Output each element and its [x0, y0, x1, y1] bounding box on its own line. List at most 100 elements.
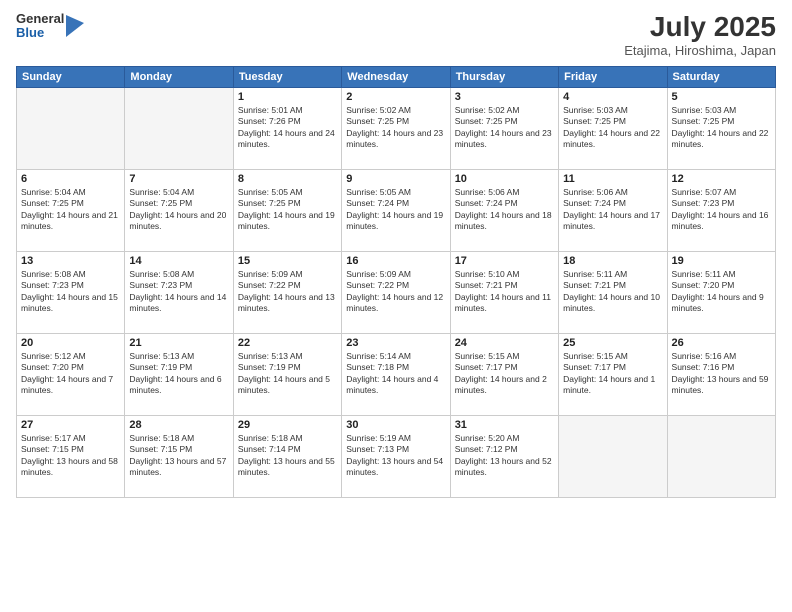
day-number: 18: [563, 255, 662, 267]
calendar-cell: 16 Sunrise: 5:09 AMSunset: 7:22 PMDayligh…: [342, 251, 450, 333]
day-number: 30: [346, 419, 445, 431]
calendar-cell: [559, 415, 667, 497]
cell-text: Sunrise: 5:09 AMSunset: 7:22 PMDaylight:…: [238, 269, 337, 315]
calendar-week-row: 6Sunrise: 5:04 AMSunset: 7:25 PMDaylight…: [17, 169, 776, 251]
day-number: 31: [455, 419, 554, 431]
weekday-header: Thursday: [450, 66, 558, 87]
day-number: 14: [129, 255, 228, 267]
cell-text: Sunrise: 5:03 AMSunset: 7:25 PMDaylight:…: [563, 105, 662, 151]
day-number: 13: [21, 255, 120, 267]
calendar-cell: 14 Sunrise: 5:08 AMSunset: 7:23 PMDayligh…: [125, 251, 233, 333]
day-number: 15: [238, 255, 337, 267]
weekday-header: Wednesday: [342, 66, 450, 87]
cell-text: Sunrise: 5:10 AMSunset: 7:21 PMDaylight:…: [455, 269, 554, 315]
cell-text: Sunrise: 5:02 AMSunset: 7:25 PMDaylight:…: [455, 105, 554, 151]
day-number: 24: [455, 337, 554, 349]
logo-blue: Blue: [16, 26, 64, 40]
calendar-cell: 2Sunrise: 5:02 AMSunset: 7:25 PMDaylight…: [342, 87, 450, 169]
calendar-cell: 19Sunrise: 5:11 AMSunset: 7:20 PMDayligh…: [667, 251, 775, 333]
calendar-cell: 23 Sunrise: 5:14 AMSunset: 7:18 PMDayligh…: [342, 333, 450, 415]
calendar-cell: 22 Sunrise: 5:13 AMSunset: 7:19 PMDayligh…: [233, 333, 341, 415]
weekday-header: Sunday: [17, 66, 125, 87]
calendar-cell: 11Sunrise: 5:06 AMSunset: 7:24 PMDayligh…: [559, 169, 667, 251]
day-number: 28: [129, 419, 228, 431]
cell-text: Sunrise: 5:09 AMSunset: 7:22 PMDaylight:…: [346, 269, 445, 315]
calendar-cell: 1Sunrise: 5:01 AMSunset: 7:26 PMDaylight…: [233, 87, 341, 169]
calendar-cell: 24 Sunrise: 5:15 AMSunset: 7:17 PMDayligh…: [450, 333, 558, 415]
day-number: 11: [563, 173, 662, 185]
calendar-table: SundayMondayTuesdayWednesdayThursdayFrid…: [16, 66, 776, 498]
calendar-cell: 5Sunrise: 5:03 AMSunset: 7:25 PMDaylight…: [667, 87, 775, 169]
calendar-week-row: 27 Sunrise: 5:17 AMSunset: 7:15 PMDayligh…: [17, 415, 776, 497]
calendar-cell: [125, 87, 233, 169]
calendar-week-row: 13 Sunrise: 5:08 AMSunset: 7:23 PMDayligh…: [17, 251, 776, 333]
cell-text: Sunrise: 5:15 AMSunset: 7:17 PMDaylight:…: [563, 351, 662, 397]
calendar-cell: 17 Sunrise: 5:10 AMSunset: 7:21 PMDayligh…: [450, 251, 558, 333]
day-number: 12: [672, 173, 771, 185]
title-block: July 2025 Etajima, Hiroshima, Japan: [624, 12, 776, 58]
day-number: 21: [129, 337, 228, 349]
header: General Blue July 2025 Etajima, Hiroshim…: [16, 12, 776, 58]
cell-text: Sunrise: 5:05 AMSunset: 7:24 PMDaylight:…: [346, 187, 445, 233]
cell-text: Sunrise: 5:03 AMSunset: 7:25 PMDaylight:…: [672, 105, 771, 151]
calendar-cell: 12 Sunrise: 5:07 AMSunset: 7:23 PMDayligh…: [667, 169, 775, 251]
calendar-cell: 28 Sunrise: 5:18 AMSunset: 7:15 PMDayligh…: [125, 415, 233, 497]
calendar-cell: [17, 87, 125, 169]
weekday-header: Tuesday: [233, 66, 341, 87]
day-number: 26: [672, 337, 771, 349]
day-number: 7: [129, 173, 228, 185]
cell-text: Sunrise: 5:06 AMSunset: 7:24 PMDaylight:…: [455, 187, 554, 233]
cell-text: Sunrise: 5:08 AMSunset: 7:23 PMDaylight:…: [129, 269, 228, 315]
day-number: 27: [21, 419, 120, 431]
cell-text: Sunrise: 5:14 AMSunset: 7:18 PMDaylight:…: [346, 351, 445, 397]
cell-text: Sunrise: 5:19 AMSunset: 7:13 PMDaylight:…: [346, 433, 445, 479]
day-number: 23: [346, 337, 445, 349]
cell-text: Sunrise: 5:13 AMSunset: 7:19 PMDaylight:…: [238, 351, 337, 397]
day-number: 10: [455, 173, 554, 185]
weekday-header: Monday: [125, 66, 233, 87]
logo-general: General: [16, 12, 64, 26]
cell-text: Sunrise: 5:17 AMSunset: 7:15 PMDaylight:…: [21, 433, 120, 479]
logo: General Blue: [16, 12, 84, 41]
weekday-header: Friday: [559, 66, 667, 87]
calendar-cell: 26 Sunrise: 5:16 AMSunset: 7:16 PMDayligh…: [667, 333, 775, 415]
calendar-cell: 29 Sunrise: 5:18 AMSunset: 7:14 PMDayligh…: [233, 415, 341, 497]
calendar-cell: 13Sunrise: 5:08 AMSunset: 7:23 PMDayligh…: [17, 251, 125, 333]
calendar-cell: 3 Sunrise: 5:02 AMSunset: 7:25 PMDaylight…: [450, 87, 558, 169]
calendar-cell: 18Sunrise: 5:11 AMSunset: 7:21 PMDayligh…: [559, 251, 667, 333]
day-number: 2: [346, 91, 445, 103]
cell-text: Sunrise: 5:20 AMSunset: 7:12 PMDaylight:…: [455, 433, 554, 479]
day-number: 22: [238, 337, 337, 349]
page: General Blue July 2025 Etajima, Hiroshim…: [0, 0, 792, 612]
calendar-week-row: 20Sunrise: 5:12 AMSunset: 7:20 PMDayligh…: [17, 333, 776, 415]
cell-text: Sunrise: 5:04 AMSunset: 7:25 PMDaylight:…: [21, 187, 120, 233]
day-number: 4: [563, 91, 662, 103]
calendar-cell: 7Sunrise: 5:04 AMSunset: 7:25 PMDaylight…: [125, 169, 233, 251]
calendar-cell: 6Sunrise: 5:04 AMSunset: 7:25 PMDaylight…: [17, 169, 125, 251]
day-number: 3: [455, 91, 554, 103]
calendar-cell: 10 Sunrise: 5:06 AMSunset: 7:24 PMDayligh…: [450, 169, 558, 251]
cell-text: Sunrise: 5:13 AMSunset: 7:19 PMDaylight:…: [129, 351, 228, 397]
calendar-cell: 27 Sunrise: 5:17 AMSunset: 7:15 PMDayligh…: [17, 415, 125, 497]
calendar-cell: 30 Sunrise: 5:19 AMSunset: 7:13 PMDayligh…: [342, 415, 450, 497]
weekday-header-row: SundayMondayTuesdayWednesdayThursdayFrid…: [17, 66, 776, 87]
calendar-week-row: 1Sunrise: 5:01 AMSunset: 7:26 PMDaylight…: [17, 87, 776, 169]
cell-text: Sunrise: 5:18 AMSunset: 7:14 PMDaylight:…: [238, 433, 337, 479]
cell-text: Sunrise: 5:07 AMSunset: 7:23 PMDaylight:…: [672, 187, 771, 233]
calendar-cell: [667, 415, 775, 497]
month-title: July 2025: [624, 12, 776, 43]
cell-text: Sunrise: 5:16 AMSunset: 7:16 PMDaylight:…: [672, 351, 771, 397]
day-number: 9: [346, 173, 445, 185]
day-number: 8: [238, 173, 337, 185]
day-number: 16: [346, 255, 445, 267]
day-number: 17: [455, 255, 554, 267]
calendar-cell: 8Sunrise: 5:05 AMSunset: 7:25 PMDaylight…: [233, 169, 341, 251]
day-number: 25: [563, 337, 662, 349]
cell-text: Sunrise: 5:15 AMSunset: 7:17 PMDaylight:…: [455, 351, 554, 397]
day-number: 1: [238, 91, 337, 103]
weekday-header: Saturday: [667, 66, 775, 87]
cell-text: Sunrise: 5:18 AMSunset: 7:15 PMDaylight:…: [129, 433, 228, 479]
day-number: 29: [238, 419, 337, 431]
calendar-cell: 4 Sunrise: 5:03 AMSunset: 7:25 PMDaylight…: [559, 87, 667, 169]
calendar-cell: 9 Sunrise: 5:05 AMSunset: 7:24 PMDaylight…: [342, 169, 450, 251]
